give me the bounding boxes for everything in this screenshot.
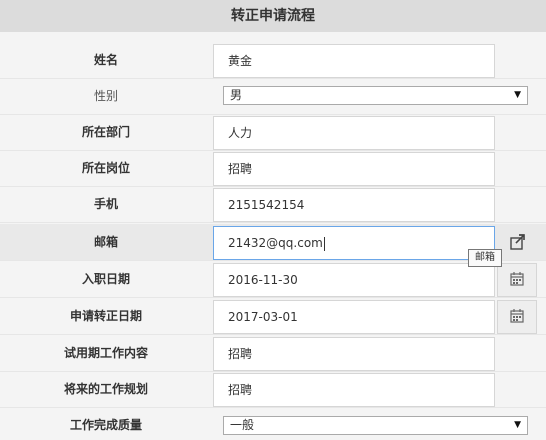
calendar-icon xyxy=(510,272,524,286)
email-link-button[interactable] xyxy=(497,226,537,260)
entry-date-label: 入职日期 xyxy=(81,272,130,286)
row-future-plan: 将来的工作规划 招聘 xyxy=(0,371,546,408)
regularization-date-calendar-button[interactable] xyxy=(497,300,537,334)
probation-work-input[interactable]: 招聘 xyxy=(213,337,495,371)
row-probation-work: 试用期工作内容 招聘 xyxy=(0,335,546,372)
phone-input[interactable]: 2151542154 xyxy=(213,188,495,222)
row-regularization-date: 申请转正日期 2017-03-01 xyxy=(0,298,546,335)
future-plan-input[interactable]: 招聘 xyxy=(213,373,495,407)
email-input-value: 21432@qq.com xyxy=(228,236,323,250)
calendar-icon xyxy=(510,309,524,323)
form-page: 转正申请流程 姓名 黄金 性别 男 ▼ 所在部门 人力 所在岗位 招聘 手机 2… xyxy=(0,0,546,440)
external-link-icon xyxy=(510,234,525,250)
email-tooltip: 邮箱 xyxy=(468,249,502,267)
gender-select[interactable]: 男 ▼ xyxy=(223,86,528,105)
work-quality-select[interactable]: 一般 ▼ xyxy=(223,416,528,435)
phone-label: 手机 xyxy=(93,197,118,211)
row-gender: 性别 男 ▼ xyxy=(0,78,546,115)
gender-label: 性别 xyxy=(93,89,118,103)
row-name: 姓名 黄金 xyxy=(0,42,546,79)
name-label: 姓名 xyxy=(93,53,118,67)
email-label: 邮箱 xyxy=(93,235,118,249)
triangle-down-icon: ▼ xyxy=(514,90,521,100)
text-cursor xyxy=(323,236,325,251)
department-label: 所在部门 xyxy=(81,125,130,139)
future-plan-label: 将来的工作规划 xyxy=(63,382,148,396)
email-input[interactable]: 21432@qq.com xyxy=(213,226,495,260)
regularization-date-input[interactable]: 2017-03-01 xyxy=(213,300,495,334)
row-phone: 手机 2151542154 xyxy=(0,186,546,223)
position-label: 所在岗位 xyxy=(81,161,130,175)
triangle-down-icon: ▼ xyxy=(514,420,521,430)
row-department: 所在部门 人力 xyxy=(0,114,546,151)
name-input[interactable]: 黄金 xyxy=(213,44,495,78)
entry-date-calendar-button[interactable] xyxy=(497,263,537,297)
page-title: 转正申请流程 xyxy=(0,0,546,32)
row-work-quality: 工作完成质量 一般 ▼ xyxy=(0,407,546,440)
row-email: 邮箱 21432@qq.com xyxy=(0,224,546,261)
entry-date-input[interactable]: 2016-11-30 xyxy=(213,263,495,297)
department-input[interactable]: 人力 xyxy=(213,116,495,150)
row-entry-date: 入职日期 2016-11-30 xyxy=(0,261,546,298)
probation-work-label: 试用期工作内容 xyxy=(63,346,148,360)
row-position: 所在岗位 招聘 xyxy=(0,150,546,187)
position-input[interactable]: 招聘 xyxy=(213,152,495,186)
regularization-date-label: 申请转正日期 xyxy=(69,309,142,323)
work-quality-select-value: 一般 xyxy=(230,418,255,432)
gender-select-value: 男 xyxy=(230,88,243,102)
work-quality-label: 工作完成质量 xyxy=(69,418,142,432)
